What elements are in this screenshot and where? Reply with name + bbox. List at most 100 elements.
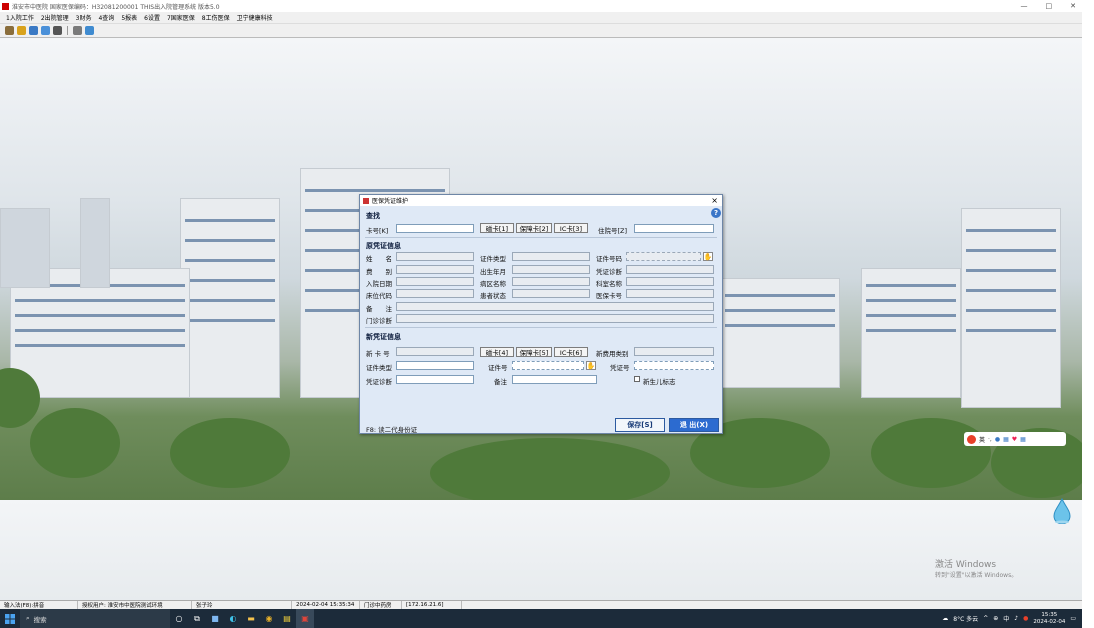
input-language-icon[interactable]: 中 bbox=[1003, 614, 1009, 623]
search-placeholder: 搜索 bbox=[33, 615, 47, 624]
ic-card-button[interactable]: IC卡[3] bbox=[554, 223, 588, 233]
new-magnetic-card-button[interactable]: 磁卡[4] bbox=[480, 347, 514, 357]
fee-type-label: 新费用类别 bbox=[596, 350, 629, 358]
menu-injury-insurance[interactable]: 8工伤医保 bbox=[202, 13, 230, 22]
windows-logo-icon bbox=[5, 613, 15, 624]
toolbar-mail-icon[interactable] bbox=[73, 26, 82, 35]
menu-report[interactable]: 5报表 bbox=[121, 13, 137, 22]
ime-toolbar[interactable]: 英 ·, ● ▦ ♥ ▦ bbox=[964, 432, 1066, 446]
menu-discharge[interactable]: 2出院管理 bbox=[41, 13, 69, 22]
edge-icon[interactable]: ◐ bbox=[224, 609, 242, 628]
id-type-label: 证件类型 bbox=[480, 255, 506, 263]
orig-section-title: 原凭证信息 bbox=[366, 242, 401, 250]
file-explorer-icon[interactable]: ▬ bbox=[242, 609, 260, 628]
sogou-tray-icon[interactable]: ● bbox=[1023, 615, 1028, 622]
taskbar-search[interactable]: ⌕ 搜索 bbox=[20, 609, 170, 628]
taskbar-clock[interactable]: 15:35 2024-02-04 bbox=[1033, 612, 1065, 626]
magnetic-card-button[interactable]: 磁卡[1] bbox=[480, 223, 514, 233]
new-note-input[interactable] bbox=[512, 375, 597, 384]
toolbar-help-icon[interactable] bbox=[41, 26, 50, 35]
save-button[interactable]: 保存[S] bbox=[615, 418, 665, 432]
new-section-title: 新凭证信息 bbox=[366, 333, 401, 341]
insurance-voucher-dialog: 医保凭证维护 × ? 查找 卡号[K] 磁卡[1] 保障卡[2] IC卡[3] … bbox=[359, 194, 723, 434]
notes-app-icon[interactable]: ▤ bbox=[278, 609, 296, 628]
menu-admission[interactable]: 1入院工作 bbox=[6, 13, 34, 22]
new-id-type-select[interactable] bbox=[396, 361, 474, 370]
toolbar-divider bbox=[67, 26, 68, 35]
close-window-button[interactable]: ✕ bbox=[1070, 2, 1076, 10]
new-card-field[interactable] bbox=[396, 347, 474, 356]
note-field bbox=[396, 302, 714, 311]
exit-button[interactable]: 退 出(X) bbox=[669, 418, 719, 432]
new-diag-input[interactable] bbox=[396, 375, 474, 384]
ward-field bbox=[512, 277, 590, 286]
new-id-type-label: 证件类型 bbox=[366, 364, 392, 372]
new-security-card-button[interactable]: 保障卡[5] bbox=[516, 347, 552, 357]
building bbox=[0, 208, 50, 288]
ime-skin-icon[interactable]: ♥ bbox=[1012, 436, 1017, 443]
menu-settings[interactable]: 6设置 bbox=[144, 13, 160, 22]
new-card-label: 新 卡 号 bbox=[366, 350, 390, 358]
watermark-line2: 转到"设置"以激活 Windows。 bbox=[935, 572, 1018, 579]
network-icon[interactable]: ⊕ bbox=[993, 615, 998, 622]
cert-no-input[interactable] bbox=[634, 361, 714, 370]
id-reader-icon[interactable]: ✋ bbox=[703, 252, 713, 261]
card-no-input[interactable] bbox=[396, 224, 474, 233]
background-lower-area bbox=[0, 500, 1082, 600]
new-ic-card-button[interactable]: IC卡[6] bbox=[554, 347, 588, 357]
ime-tools-icon[interactable]: ▦ bbox=[1020, 436, 1026, 443]
ime-keyboard-icon[interactable]: ▦ bbox=[1003, 436, 1009, 443]
menu-query[interactable]: 4查询 bbox=[98, 13, 114, 22]
inpatient-no-input[interactable] bbox=[634, 224, 714, 233]
id-no-field bbox=[626, 252, 701, 261]
maximize-button[interactable]: □ bbox=[1046, 2, 1053, 10]
new-id-reader-icon[interactable]: ✋ bbox=[586, 361, 596, 370]
status-field bbox=[512, 289, 590, 298]
start-button[interactable] bbox=[0, 609, 20, 628]
ime-punct-icon[interactable]: ·, bbox=[988, 436, 992, 443]
menu-winning-health[interactable]: 卫宁健康科技 bbox=[237, 13, 273, 22]
toolbar-lock-icon[interactable] bbox=[53, 26, 62, 35]
newborn-label: 新生儿标志 bbox=[643, 378, 676, 386]
toolbar-key-icon[interactable] bbox=[17, 26, 26, 35]
app-store-icon[interactable]: ■ bbox=[206, 609, 224, 628]
admit-field bbox=[396, 277, 474, 286]
bed-label: 床位代码 bbox=[366, 292, 392, 300]
newborn-checkbox[interactable] bbox=[634, 376, 640, 382]
toolbar-print-icon[interactable] bbox=[29, 26, 38, 35]
weather-text[interactable]: 8°C 多云 bbox=[953, 614, 978, 623]
ime-mode[interactable]: 英 bbox=[979, 435, 985, 444]
tray-chevron-icon[interactable]: ^ bbox=[983, 615, 988, 622]
section-divider bbox=[365, 327, 717, 328]
id-type-field bbox=[512, 252, 590, 261]
toolbar-exit-icon[interactable] bbox=[85, 26, 94, 35]
outpatient-diag-label: 门诊诊断 bbox=[366, 317, 392, 325]
mi-card-field bbox=[626, 289, 714, 298]
fee-type-select[interactable] bbox=[634, 347, 714, 356]
weather-icon[interactable]: ☁ bbox=[942, 615, 948, 622]
menu-finance[interactable]: 3财务 bbox=[76, 13, 92, 22]
notification-icon[interactable]: ▭ bbox=[1070, 615, 1076, 622]
ime-mic-icon[interactable]: ● bbox=[995, 436, 1000, 443]
chrome-icon[interactable]: ◉ bbox=[260, 609, 278, 628]
task-view-icon[interactable]: ⧉ bbox=[188, 609, 206, 628]
cortana-icon[interactable]: ○ bbox=[170, 609, 188, 628]
his-app-icon[interactable]: ▣ bbox=[296, 609, 314, 628]
minimize-button[interactable]: — bbox=[1021, 2, 1028, 10]
clock-date: 2024-02-04 bbox=[1033, 618, 1066, 625]
menu-national-insurance[interactable]: 7国家医保 bbox=[167, 13, 195, 22]
mi-card-label: 医保卡号 bbox=[596, 292, 622, 300]
birth-field bbox=[512, 265, 590, 274]
help-icon[interactable]: ? bbox=[711, 208, 721, 218]
clock-time: 15:35 bbox=[1041, 611, 1058, 618]
security-card-button[interactable]: 保障卡[2] bbox=[516, 223, 552, 233]
fee-label: 费 别 bbox=[366, 268, 392, 276]
dialog-close-button[interactable]: × bbox=[711, 195, 718, 206]
app-logo-icon bbox=[2, 2, 9, 10]
toolbar-tool-icon[interactable] bbox=[5, 26, 14, 35]
water-drop-icon[interactable] bbox=[1052, 498, 1072, 524]
volume-icon[interactable]: ♪ bbox=[1014, 615, 1018, 622]
screen-right-edge bbox=[1082, 0, 1094, 628]
new-id-no-input[interactable] bbox=[512, 361, 584, 370]
f8-hint: F8: 读二代身份证 bbox=[366, 426, 418, 434]
